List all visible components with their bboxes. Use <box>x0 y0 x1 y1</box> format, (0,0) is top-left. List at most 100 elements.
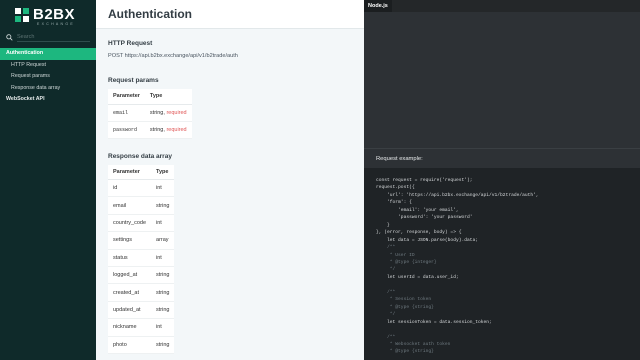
field-name: nickname <box>108 318 152 337</box>
param-type: string, required <box>144 104 192 122</box>
code-line: }, (error, response, body) => { <box>376 230 462 236</box>
table-header-row: Parameter Type <box>108 164 175 180</box>
sidebar-subitem-http-request[interactable]: HTTP Request <box>0 60 96 72</box>
field-type: string <box>151 336 175 354</box>
code-line: 'form': { <box>376 200 412 206</box>
request-params-heading: Request params <box>108 77 159 84</box>
language-tabs: Node.js <box>364 0 640 12</box>
sidebar-subitem-response-data-array[interactable]: Response data array <box>0 83 96 95</box>
field-type: int <box>151 249 175 267</box>
field-name: settings <box>108 231 152 250</box>
response-data-heading: Response data array <box>108 152 172 160</box>
code-line: */ <box>376 312 396 318</box>
field-name: status <box>108 249 152 267</box>
page-title: Authentication <box>108 7 192 21</box>
response-data-table: Parameter Type id int email string country… <box>108 164 175 354</box>
code-line: /** <box>376 245 396 251</box>
field-name: id <box>108 179 152 198</box>
table-row: email string, required <box>108 104 192 122</box>
param-name: password <box>108 121 145 139</box>
code-line: * @type {string} <box>376 304 434 310</box>
code-line: const request = require('request'); <box>376 178 473 183</box>
param-type: string, required <box>144 121 192 139</box>
search-input[interactable] <box>17 32 90 42</box>
tab-nodejs[interactable]: Node.js <box>364 0 392 12</box>
brand-subtitle: EXCHANGE <box>37 22 76 26</box>
request-line: POST https://api.b2bx.exchange/api/v1/b2… <box>108 53 238 59</box>
logo-icon <box>15 8 29 22</box>
search-icon <box>6 33 13 41</box>
field-type: string <box>151 196 175 215</box>
table-row: status int <box>108 249 175 267</box>
http-request-heading: HTTP Request <box>108 40 153 47</box>
column-header: Parameter <box>108 164 152 180</box>
column-header: Type <box>144 89 192 105</box>
code-line: * User ID <box>376 252 415 258</box>
table-row: created_at string <box>108 283 175 302</box>
search-bar <box>0 31 96 43</box>
code-line: 'password': 'your password' <box>376 215 473 221</box>
sidebar-item-websocket-api[interactable]: WebSocket API <box>0 94 96 106</box>
sidebar-item-authentication[interactable]: Authentication <box>0 48 96 60</box>
code-line: let sessionToken = data.session_token; <box>376 319 492 325</box>
doc-body: HTTP Request POST https://api.b2bx.excha… <box>96 40 364 354</box>
field-type: array <box>151 231 175 250</box>
field-type: int <box>151 318 175 337</box>
code-line: */ <box>376 267 396 273</box>
param-type-value: string <box>149 126 164 133</box>
code-line: * Session token <box>376 297 432 303</box>
field-name: created_at <box>108 283 152 302</box>
sidebar-nav: Authentication HTTP Request Request para… <box>0 48 96 106</box>
field-type: int <box>151 179 175 198</box>
sidebar-subitem-request-params[interactable]: Request params <box>0 71 96 83</box>
table-row: settings array <box>108 231 175 250</box>
table-row: email string <box>108 196 175 215</box>
field-name: updated_at <box>108 301 152 320</box>
code-line: let userId = data.user_id; <box>376 274 459 280</box>
param-type-value: string <box>149 109 164 116</box>
request-example-label: Request example: <box>364 148 640 168</box>
table-row: photo string <box>108 336 175 354</box>
table-row: id int <box>108 179 175 198</box>
param-name: email <box>108 104 145 122</box>
code-line: * Websocket auth token <box>376 341 451 347</box>
code-line: 'url': 'https://api.b2bx.exchange/api/v1… <box>376 192 539 198</box>
code-line: * @type {integer} <box>376 259 437 265</box>
table-row: country_code int <box>108 214 175 233</box>
code-line: * @type {string} <box>376 349 434 355</box>
column-header: Type <box>151 164 175 180</box>
sidebar: B2BX EXCHANGE Authentication HTTP Reques… <box>0 0 96 360</box>
code-panel: Node.js Request example: const request =… <box>364 0 640 360</box>
field-type: int <box>151 214 175 233</box>
field-name: logged_at <box>108 266 152 285</box>
field-name: country_code <box>108 214 152 233</box>
table-row: updated_at string <box>108 301 175 320</box>
code-block: const request = require('request'); reque… <box>364 168 640 360</box>
field-type: string <box>151 266 175 285</box>
brand-logo[interactable]: B2BX EXCHANGE <box>0 0 96 30</box>
required-label: required <box>166 126 187 133</box>
field-name: email <box>108 196 152 215</box>
table-header-row: Parameter Type <box>108 89 192 105</box>
code-panel-spacer <box>364 12 640 148</box>
required-label: required <box>166 109 187 116</box>
table-row: logged_at string <box>108 266 175 285</box>
code-line: 'email': 'your email', <box>376 207 459 213</box>
table-row: nickname int <box>108 318 175 337</box>
code-line: let data = JSON.parse(body).data; <box>376 237 478 243</box>
code-line: request.post({ <box>376 185 415 191</box>
code-line: } <box>376 222 390 228</box>
request-params-table: Parameter Type email string, required pa… <box>108 89 192 139</box>
field-name: photo <box>108 336 152 354</box>
field-type: string <box>151 283 175 302</box>
code-line: /** <box>376 289 396 295</box>
page-header: Authentication <box>96 0 364 29</box>
column-header: Parameter <box>108 89 145 105</box>
brand-name: B2BX <box>33 6 76 23</box>
field-type: string <box>151 301 175 320</box>
table-row: password string, required <box>108 121 192 139</box>
code-line: /** <box>376 334 396 340</box>
main-content: Authentication HTTP Request POST https:/… <box>96 0 364 360</box>
